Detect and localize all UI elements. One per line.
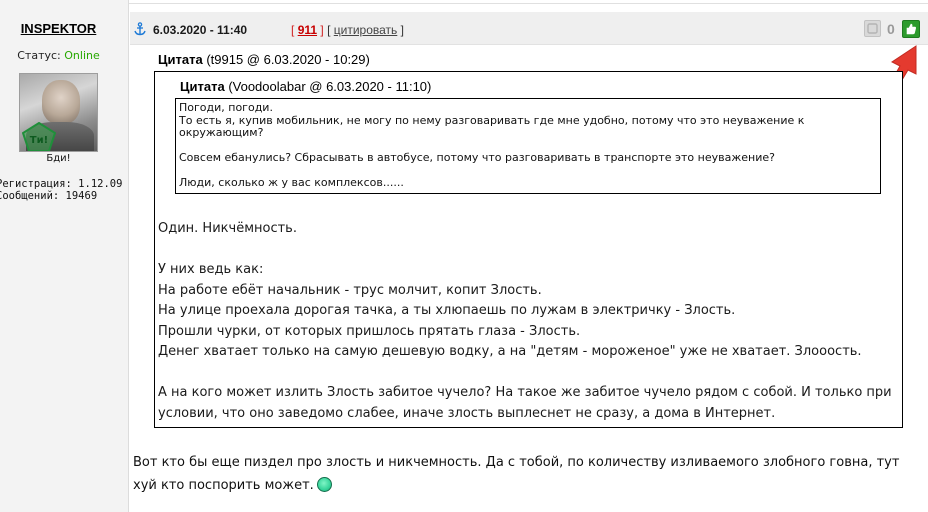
- author-username[interactable]: INSPEKTOR: [0, 21, 117, 36]
- quote-inner-line: Совсем ебанулись? Сбрасывать в автобусе,…: [179, 151, 775, 164]
- quote-outer-meta: (t9915 @ 6.03.2020 - 10:29): [206, 52, 370, 67]
- avatar-caption: Бди!: [46, 153, 71, 164]
- quote-inner-line: Погоди, погоди.: [179, 101, 273, 114]
- avatar-badge-text: Ти!: [30, 135, 48, 146]
- reply-text: Вот кто бы еще пиздел про злость и никче…: [133, 455, 900, 493]
- top-edge: [0, 0, 928, 4]
- post-header: [130, 12, 928, 45]
- vote-count: 0: [887, 21, 895, 37]
- status-label: Статус:: [17, 49, 61, 62]
- bracket-close-2: ]: [400, 23, 404, 37]
- bracket-open-2: [: [327, 23, 331, 37]
- quote-outer-line: У них ведь как:: [158, 262, 264, 277]
- quote-outer-line: А на кого может излить Злость забитое чу…: [158, 385, 892, 421]
- quote-inner-meta: (Voodoolabar @ 6.03.2020 - 11:10): [228, 79, 432, 94]
- quote-inner-label: Цитата: [180, 79, 225, 94]
- cite-link[interactable]: цитировать: [334, 23, 398, 37]
- like-icon[interactable]: [902, 20, 920, 38]
- post-date: 6.03.2020 - 11:40: [153, 23, 248, 37]
- avatar-badge-icon: Ти!: [22, 122, 56, 151]
- quote-inner-body: Погоди, погоди. То есть я, купив мобильн…: [179, 101, 877, 190]
- author-registration: Регистрация: 1.12.09: [0, 178, 123, 190]
- quote-inner-line: То есть я, купив мобильник, не могу по н…: [179, 113, 805, 139]
- bracket-open: [: [291, 23, 295, 37]
- reply-number-link[interactable]: 911: [298, 23, 317, 37]
- post-links: [ 911 ] [ цитировать ]: [291, 23, 404, 37]
- quote-outer-title: Цитата (t9915 @ 6.03.2020 - 10:29): [158, 52, 370, 67]
- author-status: Статус: Online: [0, 49, 117, 62]
- quote-outer-line: Денег хватает только на самую дешевую во…: [158, 344, 862, 359]
- quote-outer-body: Один. Никчёмность. У них ведь как: На ра…: [158, 219, 900, 424]
- dislike-icon[interactable]: [864, 20, 881, 37]
- author-panel: INSPEKTOR Статус: Online Ти! Бди! Регист…: [0, 0, 129, 512]
- smiley-icon: [316, 477, 332, 492]
- quote-inner-line: Люди, сколько ж у вас комплексов......: [179, 176, 404, 189]
- quote-outer-line: На работе ебёт начальник - трус молчит, …: [158, 282, 542, 298]
- status-value: Online: [64, 49, 100, 62]
- bracket-close: ]: [320, 23, 324, 37]
- avatar-face: [42, 80, 80, 124]
- quote-outer-line: Один. Никчёмность.: [158, 221, 297, 236]
- quote-outer-line: Прошли чурки, от которых пришлось прятат…: [158, 323, 581, 339]
- quote-inner-title: Цитата (Voodoolabar @ 6.03.2020 - 11:10): [180, 79, 431, 94]
- anchor-icon[interactable]: [133, 22, 147, 36]
- reply-body: Вот кто бы еще пиздел про злость и никче…: [133, 451, 923, 497]
- quote-outer-label: Цитата: [158, 52, 203, 67]
- quote-outer-line: На улице проехала дорогая тачка, а ты хл…: [158, 303, 736, 318]
- author-messages: Сообщений: 19469: [0, 190, 98, 202]
- avatar[interactable]: Ти!: [19, 73, 98, 152]
